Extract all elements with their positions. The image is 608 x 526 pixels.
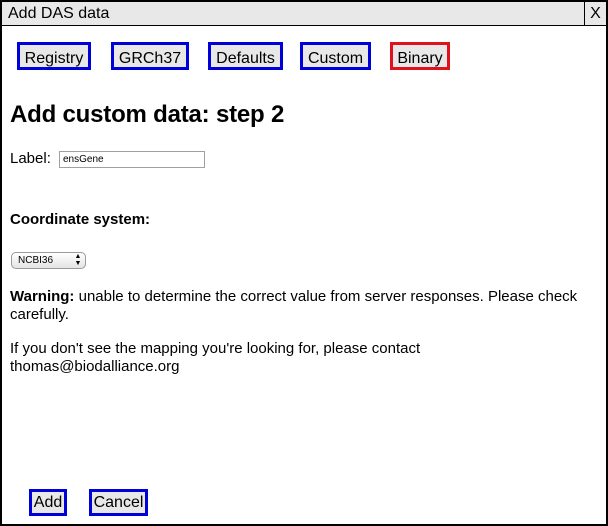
tab-grch37[interactable]: GRCh37 (111, 42, 189, 70)
warning-message: Warning: unable to determine the correct… (10, 288, 590, 324)
warning-prefix: Warning: (10, 288, 75, 305)
tab-binary[interactable]: Binary (390, 42, 450, 70)
coordinate-system-heading: Coordinate system: (10, 211, 151, 228)
contact-message: If you don't see the mapping you're look… (10, 340, 421, 375)
cancel-button[interactable]: Cancel (89, 489, 148, 516)
add-button[interactable]: Add (29, 489, 67, 516)
warning-text: unable to determine the correct value fr… (10, 288, 578, 323)
title-bar: Add DAS data X (2, 2, 606, 26)
coordinate-system-value: NCBI36 (18, 255, 54, 266)
label-field-label: Label: (10, 150, 51, 167)
tab-defaults[interactable]: Defaults (208, 42, 283, 70)
tab-registry[interactable]: Registry (17, 42, 91, 70)
page-title: Add custom data: step 2 (10, 101, 285, 128)
add-das-data-dialog: Add DAS data X Registry GRCh37 Defaults … (0, 0, 608, 526)
dialog-title: Add DAS data (8, 5, 110, 22)
select-arrows-icon: ▲ ▼ (74, 253, 82, 267)
tab-custom[interactable]: Custom (300, 42, 371, 70)
close-button[interactable]: X (584, 2, 606, 25)
label-input[interactable] (59, 151, 205, 168)
coordinate-system-select[interactable]: NCBI36 ▲ ▼ (11, 252, 86, 269)
